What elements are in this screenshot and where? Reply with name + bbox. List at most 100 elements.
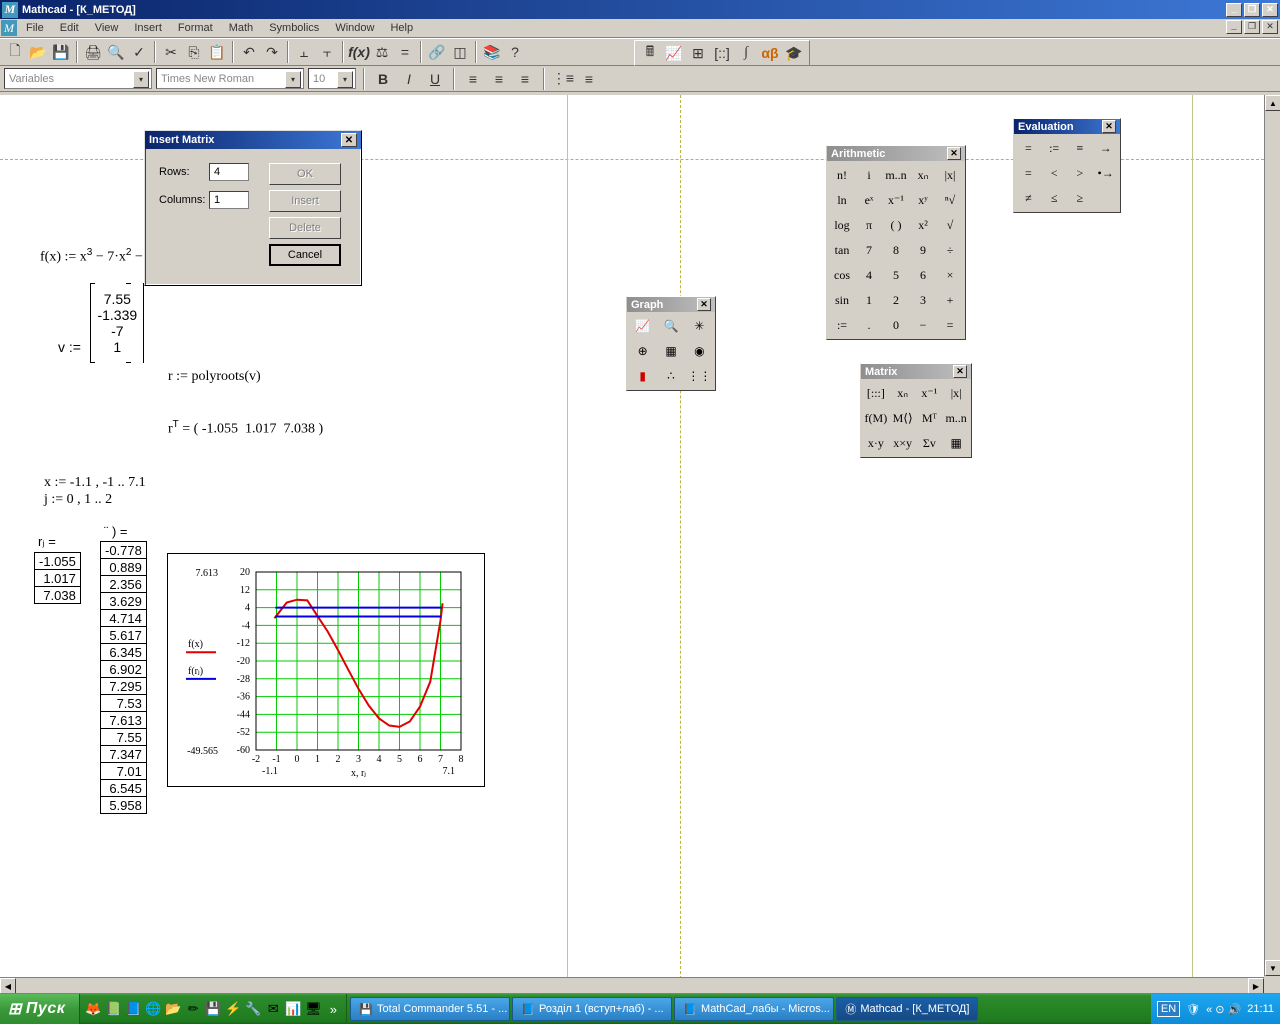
palette-cell[interactable]: = — [1016, 136, 1041, 160]
italic-icon[interactable]: I — [398, 68, 420, 90]
bold-icon[interactable]: B — [372, 68, 394, 90]
print-icon[interactable]: 🖨 — [82, 41, 104, 63]
numbered-icon[interactable]: ≡ — [578, 68, 600, 90]
function-icon[interactable]: f(x) — [348, 41, 370, 63]
palette-cell[interactable]: ≡ — [1068, 136, 1093, 160]
palette-cell[interactable]: log — [829, 213, 855, 237]
menu-help[interactable]: Help — [382, 20, 421, 36]
boolean-icon[interactable]: αβ — [759, 42, 781, 64]
palette-cell[interactable]: xₙ — [910, 163, 936, 187]
scroll-up-icon[interactable]: ▲ — [1265, 95, 1280, 111]
palette-cell[interactable]: x⁻¹ — [883, 188, 909, 212]
align-center-icon[interactable]: ≡ — [488, 68, 510, 90]
palette-cell[interactable]: = — [937, 313, 963, 337]
palette-cell[interactable]: → — [1093, 136, 1118, 160]
calc-icon[interactable]: = — [394, 41, 416, 63]
doc-close-button[interactable]: ✕ — [1262, 20, 1278, 34]
xy-plot[interactable]: -2-101234567820124-4-12-20-28-36-44-52-6… — [167, 553, 485, 787]
scroll-down-icon[interactable]: ▼ — [1265, 960, 1280, 976]
ql-icon[interactable]: 📗 — [104, 1000, 122, 1018]
menu-format[interactable]: Format — [170, 20, 221, 36]
copy-icon[interactable]: ⎘ — [183, 41, 205, 63]
ql-icon[interactable]: 📊 — [284, 1000, 302, 1018]
preview-icon[interactable]: 🔍 — [105, 41, 127, 63]
palette-cell[interactable]: × — [937, 263, 963, 287]
palette-cell[interactable]: x⁻¹ — [917, 381, 943, 405]
ql-icon[interactable]: 📂 — [164, 1000, 182, 1018]
r-transpose[interactable]: rT = ( -1.055 1.017 7.038 ) — [168, 419, 323, 438]
cut-icon[interactable]: ✂ — [160, 41, 182, 63]
palette-cell[interactable]: sin — [829, 288, 855, 312]
ql-icon[interactable]: ⚡ — [224, 1000, 242, 1018]
scroll-right-icon[interactable]: ▶ — [1248, 978, 1264, 994]
palette-cell[interactable]: π — [856, 213, 882, 237]
spellcheck-icon[interactable]: ✓ — [128, 41, 150, 63]
graph-palette-icon[interactable]: 📈 — [663, 42, 685, 64]
xy-plot-icon[interactable]: 📈 — [629, 314, 656, 338]
menu-symbolics[interactable]: Symbolics — [261, 20, 327, 36]
palette-cell[interactable]: Σv — [917, 431, 943, 455]
vertical-scrollbar[interactable]: ▲ ▼ — [1264, 95, 1280, 976]
taskbar-task[interactable]: 📘Розділ 1 (вступ+лаб) - ... — [512, 997, 672, 1021]
close-button[interactable]: ✕ — [1262, 3, 1278, 17]
palette-cell[interactable]: 2 — [883, 288, 909, 312]
doc-icon[interactable]: M — [1, 20, 17, 36]
vector-palette-icon[interactable]: ⊞ — [687, 42, 709, 64]
palette-cell[interactable]: m..n — [943, 406, 969, 430]
taskbar-task[interactable]: 💾Total Commander 5.51 - ... — [350, 997, 510, 1021]
menu-math[interactable]: Math — [221, 20, 261, 36]
taskbar-task[interactable]: 📘MathCad_лабы - Micros... — [674, 997, 834, 1021]
palette-cell[interactable]: n! — [829, 163, 855, 187]
scatter-plot-icon[interactable]: ∴ — [657, 364, 684, 388]
palette-cell[interactable]: xʸ — [910, 188, 936, 212]
help-icon[interactable]: ? — [504, 41, 526, 63]
ql-icon[interactable]: 🔧 — [244, 1000, 262, 1018]
columns-input[interactable] — [209, 191, 249, 209]
ql-icon[interactable]: ✏ — [184, 1000, 202, 1018]
palette-cell[interactable]: ≥ — [1068, 186, 1093, 210]
ql-expand-icon[interactable]: » — [324, 1000, 342, 1018]
zoom-icon[interactable]: 🔍 — [657, 314, 684, 338]
paste-icon[interactable]: 📋 — [206, 41, 228, 63]
trace-icon[interactable]: ✳ — [686, 314, 713, 338]
size-combo[interactable]: 10 — [308, 68, 356, 89]
hyperlink-icon[interactable]: 🔗 — [426, 41, 448, 63]
palette-cell[interactable]: + — [937, 288, 963, 312]
save-icon[interactable]: 💾 — [50, 41, 72, 63]
palette-cell[interactable]: 9 — [910, 238, 936, 262]
palette-cell[interactable]: 1 — [856, 288, 882, 312]
bar-plot-icon[interactable]: ▮ — [629, 364, 656, 388]
dialog-close-icon[interactable]: ✕ — [341, 133, 357, 147]
palette-cell[interactable]: > — [1068, 161, 1093, 185]
align-icon[interactable]: ⫠ — [293, 41, 315, 63]
menu-window[interactable]: Window — [327, 20, 382, 36]
palette-cell[interactable]: ▦ — [943, 431, 969, 455]
palette-cell[interactable]: •→ — [1093, 161, 1118, 185]
menu-edit[interactable]: Edit — [52, 20, 87, 36]
ql-icon[interactable]: ✉ — [264, 1000, 282, 1018]
underline-icon[interactable]: U — [424, 68, 446, 90]
palette-cell[interactable]: x·y — [863, 431, 889, 455]
polar-plot-icon[interactable]: ⊕ — [629, 339, 656, 363]
insert-button[interactable]: Insert — [269, 190, 341, 212]
ql-icon[interactable]: 🖥 — [304, 1000, 322, 1018]
new-icon[interactable]: 🗋 — [4, 41, 26, 63]
ql-icon[interactable]: 🦊 — [84, 1000, 102, 1018]
cancel-button[interactable]: Cancel — [269, 244, 341, 266]
start-button[interactable]: ⊞Пуск — [0, 994, 80, 1024]
ql-icon[interactable]: 💾 — [204, 1000, 222, 1018]
menu-insert[interactable]: Insert — [126, 20, 170, 36]
palette-cell[interactable]: ≠ — [1016, 186, 1041, 210]
palette-cell[interactable]: ÷ — [937, 238, 963, 262]
x-range[interactable]: x := -1.1 , -1 .. 7.1 — [44, 475, 146, 491]
ql-icon[interactable]: 📘 — [124, 1000, 142, 1018]
lang-indicator[interactable]: EN — [1157, 1001, 1180, 1017]
ql-icon[interactable]: 🌐 — [144, 1000, 162, 1018]
palette-cell[interactable]: |x| — [937, 163, 963, 187]
doc-minimize-button[interactable]: _ — [1226, 20, 1242, 34]
scroll-left-icon[interactable]: ◀ — [0, 978, 16, 994]
horizontal-scrollbar[interactable]: ◀ ▶ — [0, 977, 1264, 993]
palette-cell[interactable]: M⟨⟩ — [890, 406, 916, 430]
system-tray[interactable]: EN 🛡 « ⊙ 🔊 21:11 — [1151, 994, 1280, 1024]
palette-cell[interactable]: 6 — [910, 263, 936, 287]
